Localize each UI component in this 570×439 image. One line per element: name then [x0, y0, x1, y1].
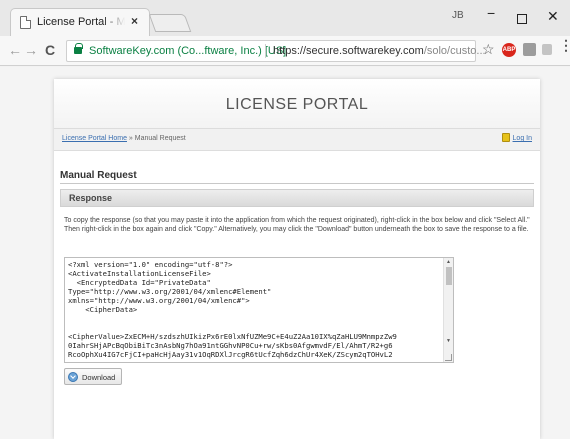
profile-badge[interactable]: JB — [452, 10, 464, 21]
breadcrumb-home-link[interactable]: License Portal Home — [62, 135, 127, 142]
address-separator — [265, 44, 266, 58]
login-link[interactable]: Log In — [501, 133, 532, 142]
reload-icon[interactable]: C — [45, 42, 55, 58]
site-identity[interactable]: SoftwareKey.com (Co...ftware, Inc.) [US] — [89, 45, 286, 57]
instructions-text: To copy the response (so that you may pa… — [64, 217, 530, 233]
maximize-button[interactable] — [517, 14, 527, 24]
download-icon — [68, 372, 78, 382]
page-document-icon — [20, 16, 31, 29]
page-title: LICENSE PORTAL — [225, 96, 369, 113]
bookmark-star-icon[interactable]: ☆ — [482, 41, 495, 58]
resize-grip-icon[interactable] — [445, 354, 452, 361]
browser-titlebar: License Portal - Manual R × JB − ✕ — [0, 0, 570, 36]
scroll-thumb[interactable] — [446, 267, 452, 285]
forward-arrow-icon[interactable]: → — [24, 42, 38, 58]
response-header: Response — [60, 189, 534, 207]
scroll-up-icon[interactable]: ▲ — [446, 259, 451, 265]
tab-title: License Portal - Manual R — [37, 16, 125, 28]
response-content[interactable]: <?xml version="1.0" encoding="utf-8"?> <… — [68, 260, 444, 359]
adblock-extension-icon[interactable]: ABP — [502, 43, 516, 57]
address-bar[interactable]: SoftwareKey.com (Co...ftware, Inc.) [US]… — [66, 40, 486, 62]
response-label: Response — [69, 193, 113, 203]
breadcrumb: License Portal Home » Manual Request Log… — [54, 129, 540, 151]
close-window-button[interactable]: ✕ — [547, 8, 559, 25]
browser-menu-icon[interactable]: ⋮ — [559, 38, 570, 52]
browser-tab[interactable]: License Portal - Manual R × — [10, 8, 150, 36]
extension-icon-2[interactable] — [542, 44, 552, 55]
page-url[interactable]: https://secure.softwarekey.com/solo/cust… — [273, 45, 486, 57]
breadcrumb-trail: License Portal Home » Manual Request — [62, 135, 186, 142]
back-arrow-icon[interactable]: ← — [8, 42, 22, 58]
portal-container: LICENSE PORTAL License Portal Home » Man… — [54, 79, 540, 439]
download-button[interactable]: Download — [64, 368, 122, 385]
close-tab-icon[interactable]: × — [131, 14, 138, 28]
section-divider — [60, 183, 534, 184]
portal-header: LICENSE PORTAL — [54, 79, 540, 129]
login-icon — [501, 133, 510, 142]
breadcrumb-current: Manual Request — [134, 135, 186, 142]
extension-icon[interactable] — [523, 43, 536, 56]
textarea-scrollbar[interactable]: ▲ ▼ — [443, 258, 453, 362]
scroll-down-icon[interactable]: ▼ — [446, 338, 451, 344]
download-label: Download — [82, 373, 116, 382]
page-viewport: LICENSE PORTAL License Portal Home » Man… — [0, 67, 570, 439]
new-tab-button[interactable] — [148, 14, 192, 32]
minimize-button[interactable]: − — [487, 5, 495, 21]
response-textarea[interactable]: <?xml version="1.0" encoding="utf-8"?> <… — [64, 257, 454, 363]
section-title: Manual Request — [60, 170, 137, 181]
lock-icon[interactable] — [74, 43, 83, 54]
browser-toolbar: ← → C SoftwareKey.com (Co...ftware, Inc.… — [0, 36, 570, 66]
